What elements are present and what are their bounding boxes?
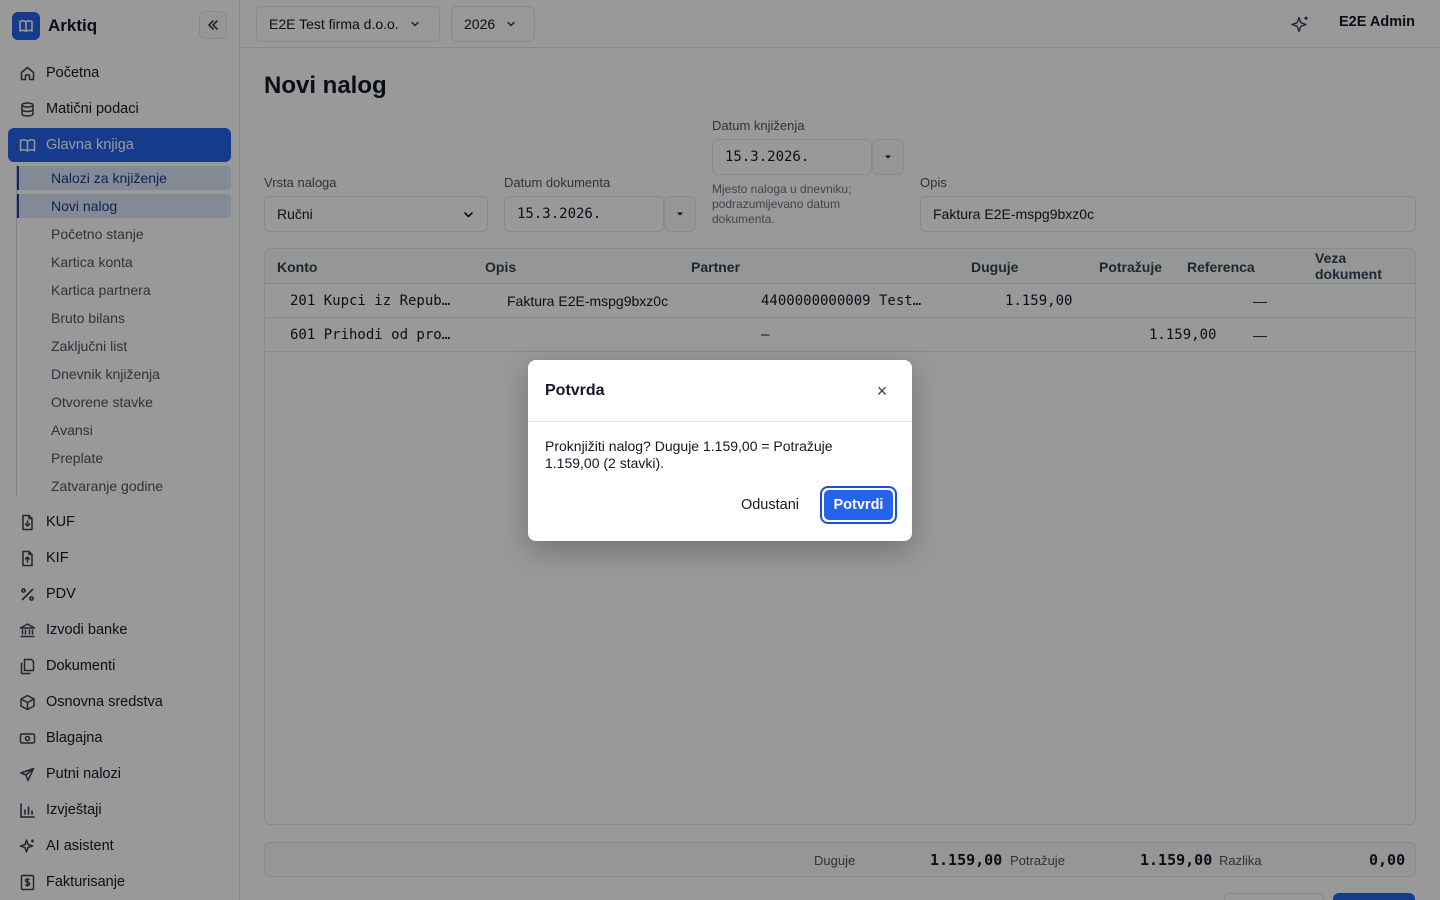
confirm-button-label: Potvrdi: [824, 490, 893, 520]
close-icon[interactable]: ×: [872, 381, 892, 401]
dialog-message: Proknjižiti nalog? Duguje 1.159,00 = Pot…: [545, 438, 833, 471]
confirm-button[interactable]: Potvrdi: [820, 486, 897, 524]
confirm-dialog: Potvrda × Proknjižiti nalog? Duguje 1.15…: [528, 360, 912, 541]
dialog-title: Potvrda: [545, 382, 605, 399]
dialog-divider: [528, 421, 912, 422]
cancel-button[interactable]: Odustani: [730, 487, 810, 523]
